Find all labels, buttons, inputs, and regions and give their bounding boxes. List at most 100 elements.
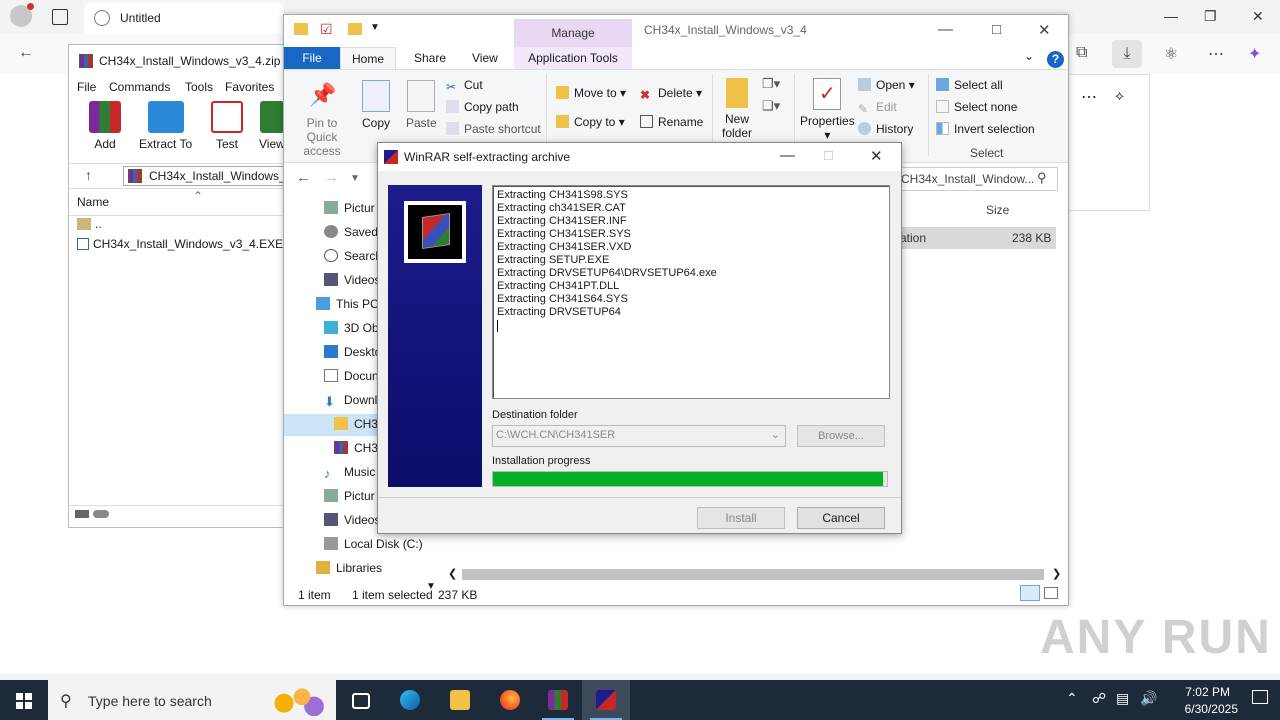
copy-button[interactable]: Copy <box>362 80 390 130</box>
nav-item[interactable]: This PC <box>316 297 379 311</box>
scrollbar-thumb[interactable] <box>462 569 1044 580</box>
menu-commands[interactable]: Commands <box>109 80 170 94</box>
volume-icon[interactable]: 🔊 <box>1140 690 1157 707</box>
nav-item[interactable]: Deskto <box>324 345 381 359</box>
menu-file[interactable]: File <box>77 80 96 94</box>
close-icon[interactable]: ✕ <box>1252 8 1264 25</box>
tab-view[interactable]: View <box>472 51 498 65</box>
test-button[interactable]: Test <box>211 101 243 151</box>
minimize-icon[interactable]: — <box>780 147 795 164</box>
open-button[interactable]: Open ▾ <box>858 78 915 92</box>
taskbar-file-explorer[interactable] <box>436 680 484 720</box>
install-button[interactable]: Install <box>697 507 785 529</box>
tab-share[interactable]: Share <box>414 51 446 65</box>
extraction-log[interactable]: Extracting CH341S98.SYS Extracting ch341… <box>492 185 890 399</box>
collections-icon[interactable]: ⧉ <box>1076 44 1087 62</box>
tab-home[interactable]: Home <box>340 47 396 69</box>
new-folder-qat-icon[interactable] <box>348 23 362 35</box>
up-arrow-icon[interactable]: ↑ <box>85 167 92 183</box>
more-icon[interactable]: ⋯ <box>1081 87 1097 107</box>
scroll-right-icon[interactable]: ❯ <box>1052 567 1061 580</box>
new-item-button[interactable]: ❐▾ <box>762 76 780 92</box>
new-folder-button[interactable]: New folder <box>718 78 756 140</box>
meet-icon[interactable]: ☍ <box>1092 690 1106 707</box>
nav-item[interactable]: ♪ Music <box>324 465 375 480</box>
close-icon[interactable]: ✕ <box>1038 21 1051 39</box>
tab-file[interactable]: File <box>284 47 340 69</box>
search-box[interactable]: CH34x_Install_Window... ⚲ <box>896 167 1058 191</box>
minimize-icon[interactable]: — <box>1164 8 1178 24</box>
taskbar-sfx-installer[interactable] <box>582 680 630 720</box>
rename-button[interactable]: Rename <box>640 115 703 129</box>
copy-to-button[interactable]: Copy to ▾ <box>556 115 625 129</box>
close-icon[interactable]: ✕ <box>870 147 883 165</box>
pin-icon[interactable]: ⟡ <box>1115 87 1124 104</box>
properties-button[interactable]: ✓ Properties ▾ <box>800 78 855 142</box>
file-row-selected[interactable]: ation 238 KB <box>900 227 1056 249</box>
list-item[interactable]: CH34x_Install_Windows_v3_4.EXE <box>77 237 283 251</box>
nav-item[interactable]: Libraries <box>316 561 382 575</box>
notifications-icon[interactable] <box>1252 690 1268 704</box>
add-button[interactable]: Add <box>89 101 121 151</box>
back-arrow-icon[interactable]: ← <box>296 169 311 186</box>
qat-dropdown-icon[interactable]: ▼ <box>370 22 380 33</box>
view-button[interactable]: View <box>259 101 285 151</box>
edit-button[interactable]: ✎ Edit <box>858 100 897 116</box>
copy-path-button[interactable]: Copy path <box>446 100 519 114</box>
forward-arrow-icon[interactable]: → <box>324 169 339 186</box>
move-to-button[interactable]: Move to ▾ <box>556 86 626 100</box>
select-none-button[interactable]: Select none <box>936 100 1017 114</box>
tab-actions-icon[interactable] <box>52 9 68 25</box>
delete-button[interactable]: ✖ Delete ▾ <box>640 86 702 102</box>
tab-application-tools[interactable]: Application Tools <box>514 47 632 69</box>
menu-tools[interactable]: Tools <box>185 80 213 94</box>
nav-item[interactable]: Videos <box>324 273 380 287</box>
nav-item[interactable]: ⬇ Downl <box>324 393 377 408</box>
browse-button[interactable]: Browse... <box>797 425 885 447</box>
column-name[interactable]: Name <box>77 195 109 209</box>
invert-selection-button[interactable]: Invert selection <box>936 122 1035 136</box>
performance-icon[interactable]: ⚛ <box>1164 44 1178 64</box>
scroll-left-icon[interactable]: ❮ <box>448 567 457 580</box>
taskbar-search-box[interactable]: ⚲ Type here to search <box>48 680 336 720</box>
chevron-up-icon[interactable]: ⌃ <box>1066 690 1078 707</box>
nav-item[interactable]: Local Disk (C:) <box>324 537 423 551</box>
clock-date[interactable]: 6/30/2025 <box>1185 702 1238 716</box>
taskbar-firefox[interactable] <box>486 680 534 720</box>
taskbar-edge[interactable] <box>386 680 434 720</box>
profile-avatar[interactable] <box>10 3 34 27</box>
nav-item[interactable]: 3D Obj <box>324 321 381 335</box>
maximize-icon[interactable]: □ <box>992 21 1001 38</box>
select-all-button[interactable]: Select all <box>936 78 1003 92</box>
nav-item[interactable]: Pictur <box>324 489 375 503</box>
archive-path-field[interactable]: CH34x_Install_Windows_v <box>123 166 295 186</box>
back-arrow-icon[interactable]: ← <box>18 44 34 62</box>
easy-access-button[interactable]: ❏▾ <box>762 98 780 114</box>
cut-button[interactable]: ✂ Cut <box>446 78 483 94</box>
paste-button[interactable]: Paste <box>406 80 437 130</box>
restore-icon[interactable]: ❐ <box>1204 8 1217 25</box>
horizontal-scrollbar[interactable]: ❮ ❯ <box>444 567 1066 581</box>
more-options-icon[interactable]: ⋯ <box>1208 44 1224 64</box>
list-item[interactable]: .. <box>77 217 102 231</box>
clock-time[interactable]: 7:02 PM <box>1185 685 1230 699</box>
network-icon[interactable]: ▤ <box>1116 690 1129 707</box>
destination-folder-combo[interactable]: C:\WCH.CN\CH341SER ⌄ <box>492 425 786 447</box>
minimize-icon[interactable]: — <box>938 21 953 38</box>
column-size[interactable]: Size <box>986 203 1009 217</box>
copilot-icon[interactable]: ✦ <box>1248 44 1261 64</box>
pin-quick-access-button[interactable]: 📌 Pin to Quick access <box>290 82 354 158</box>
details-view-icon[interactable] <box>1020 585 1040 601</box>
large-icons-view-icon[interactable] <box>1044 587 1058 599</box>
nav-item[interactable]: Search <box>324 249 382 263</box>
downloads-icon[interactable]: ⤓ <box>1112 40 1142 68</box>
nav-item[interactable]: Pictur <box>324 201 375 215</box>
nav-item[interactable]: Saved <box>324 225 378 239</box>
start-button[interactable] <box>0 680 48 720</box>
history-button[interactable]: History <box>858 122 913 136</box>
recent-dropdown-icon[interactable]: ▼ <box>350 173 360 184</box>
extract-to-button[interactable]: Extract To <box>139 101 192 151</box>
taskbar-winrar[interactable] <box>534 680 582 720</box>
properties-qat-icon[interactable]: ☑ <box>320 21 333 38</box>
browser-tab[interactable]: Untitled <box>84 2 284 34</box>
